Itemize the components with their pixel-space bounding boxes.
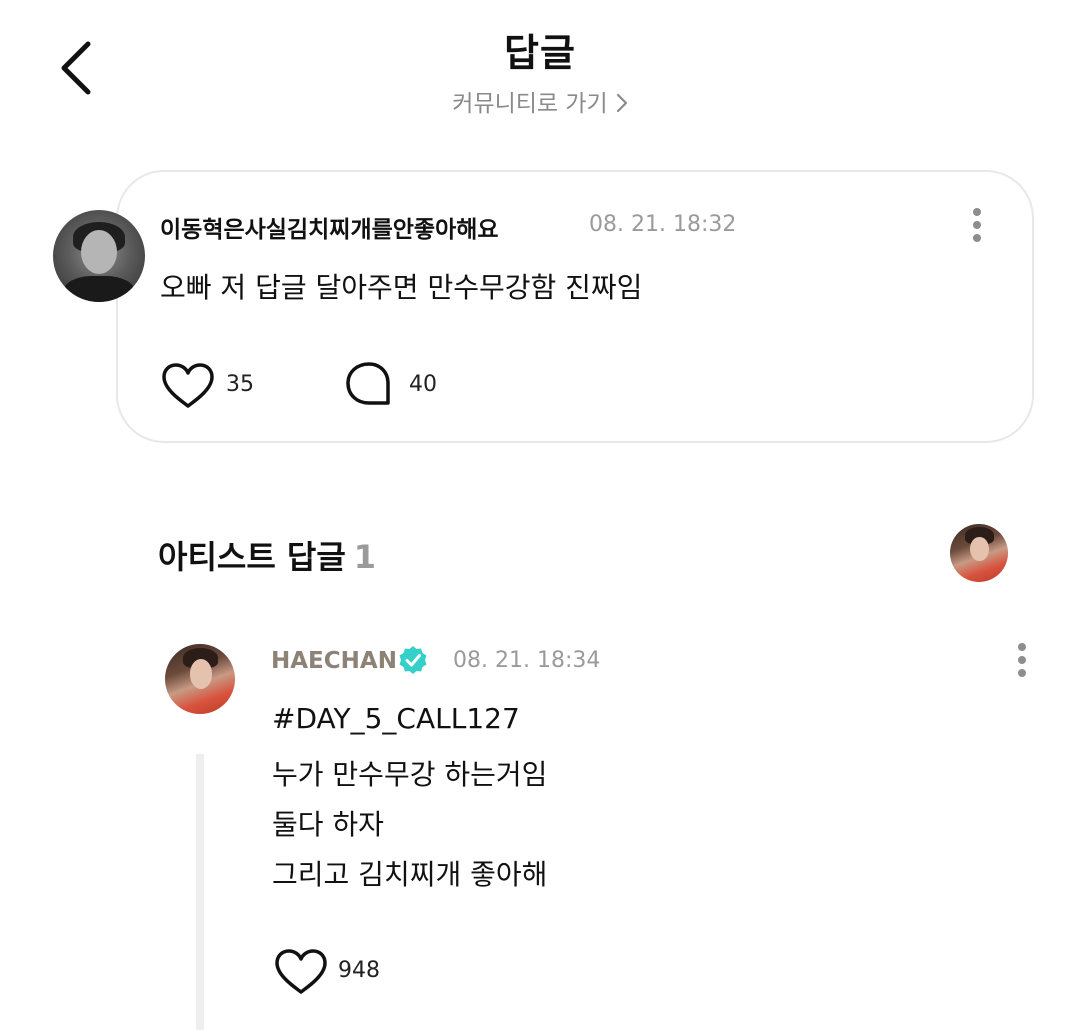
- artist-name[interactable]: HAECHAN: [271, 648, 397, 674]
- heart-icon: [275, 949, 327, 994]
- post-comment-count: 40: [409, 372, 437, 397]
- artist-reply-line: 그리고 김치찌개 좋아해: [272, 858, 548, 891]
- post-comment-button[interactable]: [344, 360, 394, 412]
- post-like-count: 35: [226, 372, 254, 397]
- heart-icon: [162, 363, 214, 408]
- artist-reply-line: 둘다 하자: [272, 808, 384, 841]
- page-title: 답글: [504, 31, 576, 75]
- post-author-name[interactable]: 이동혁은사실김치찌개를안좋아해요: [160, 210, 499, 244]
- artist-reply-like-button[interactable]: [274, 948, 328, 1000]
- artist-reply-line: 누가 만수무강 하는거임: [272, 758, 548, 791]
- community-link[interactable]: 커뮤니티로 가기: [0, 84, 1080, 118]
- post-text: 오빠 저 답글 달아주면 만수무강함 진짜임: [160, 271, 643, 304]
- artist-profile-avatar[interactable]: [950, 524, 1008, 582]
- artist-replies-heading: 아티스트 답글 1: [158, 532, 376, 578]
- artist-reply-more-button[interactable]: [1012, 640, 1032, 680]
- artist-avatar[interactable]: [165, 644, 235, 714]
- community-link-label: 커뮤니티로 가기: [452, 91, 608, 117]
- post-like-button[interactable]: [161, 362, 215, 414]
- post-more-button[interactable]: [967, 205, 987, 245]
- chevron-right-icon: [616, 93, 627, 113]
- artist-replies-title: 아티스트 답글: [158, 538, 346, 576]
- post-author-avatar[interactable]: [53, 210, 145, 302]
- reply-thread-line: [196, 754, 204, 1030]
- artist-reply-timestamp: 08. 21. 18:34: [453, 648, 601, 673]
- post-timestamp: 08. 21. 18:32: [589, 212, 737, 237]
- comment-bubble-icon: [346, 362, 390, 405]
- artist-replies-count: 1: [353, 538, 377, 576]
- verified-badge-icon: [399, 646, 427, 674]
- artist-reply-like-count: 948: [338, 958, 380, 983]
- artist-reply-line: #DAY_5_CALL127: [272, 702, 520, 735]
